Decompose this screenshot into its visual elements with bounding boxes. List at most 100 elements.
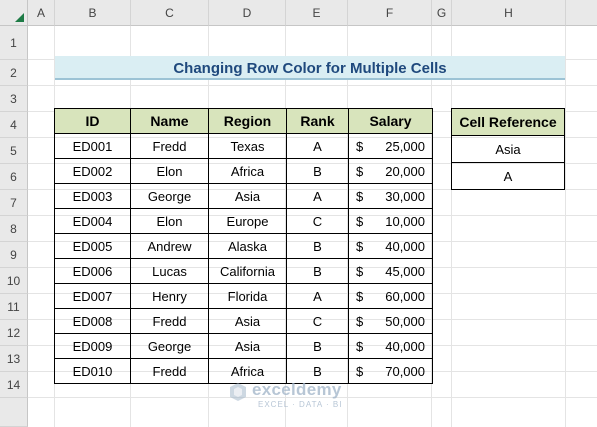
column-header-d[interactable]: D — [209, 0, 286, 26]
row-header-5[interactable]: 5 — [0, 138, 28, 164]
row-header-11[interactable]: 11 — [0, 294, 28, 320]
header-id[interactable]: ID — [54, 108, 131, 134]
cell-region[interactable]: Texas — [208, 133, 287, 159]
cell-name[interactable]: Fredd — [130, 308, 209, 334]
row-header-14[interactable]: 14 — [0, 372, 28, 398]
cell-salary[interactable]: $10,000 — [348, 208, 433, 234]
currency-symbol: $ — [356, 139, 364, 154]
cell-rank[interactable]: B — [286, 333, 349, 359]
row-header-8[interactable]: 8 — [0, 216, 28, 242]
cell-rank[interactable]: B — [286, 233, 349, 259]
salary-amount: 30,000 — [385, 189, 425, 204]
cell-salary[interactable]: $70,000 — [348, 358, 433, 384]
cell-reference-header[interactable]: Cell Reference — [451, 108, 565, 136]
cell-salary[interactable]: $60,000 — [348, 283, 433, 309]
cell-salary[interactable]: $20,000 — [348, 158, 433, 184]
exceldemy-logo-icon — [230, 383, 246, 401]
cell-rank[interactable]: A — [286, 133, 349, 159]
gridline — [565, 26, 566, 427]
column-header-h[interactable]: H — [452, 0, 566, 26]
salary-amount: 50,000 — [385, 314, 425, 329]
column-header-blank[interactable] — [566, 0, 597, 26]
salary-amount: 10,000 — [385, 214, 425, 229]
row-header-13[interactable]: 13 — [0, 346, 28, 372]
row-header-12[interactable]: 12 — [0, 320, 28, 346]
cell-region[interactable]: Africa — [208, 158, 287, 184]
cell-name[interactable]: Andrew — [130, 233, 209, 259]
cell-name[interactable]: Fredd — [130, 358, 209, 384]
gridline — [28, 85, 597, 86]
cell-name[interactable]: Elon — [130, 208, 209, 234]
column-header-a[interactable]: A — [28, 0, 55, 26]
table-row: ED006 Lucas California B $45,000 — [54, 258, 433, 284]
reference-rank-cell[interactable]: A — [451, 162, 565, 190]
cell-region[interactable]: Florida — [208, 283, 287, 309]
cell-id[interactable]: ED002 — [54, 158, 131, 184]
column-header-e[interactable]: E — [286, 0, 348, 26]
cell-rank[interactable]: C — [286, 308, 349, 334]
cell-rank[interactable]: A — [286, 183, 349, 209]
column-header-g[interactable]: G — [432, 0, 452, 26]
watermark-tagline: EXCEL · DATA · BI — [258, 400, 343, 409]
cell-region[interactable]: Asia — [208, 308, 287, 334]
cell-salary[interactable]: $25,000 — [348, 133, 433, 159]
cell-region[interactable]: California — [208, 258, 287, 284]
column-header-b[interactable]: B — [55, 0, 131, 26]
cell-rank[interactable]: C — [286, 208, 349, 234]
table-row: ED003 George Asia A $30,000 — [54, 183, 433, 209]
cell-id[interactable]: ED008 — [54, 308, 131, 334]
row-header-2[interactable]: 2 — [0, 60, 28, 86]
cell-id[interactable]: ED009 — [54, 333, 131, 359]
cell-id[interactable]: ED003 — [54, 183, 131, 209]
header-rank[interactable]: Rank — [286, 108, 349, 134]
row-header-7[interactable]: 7 — [0, 190, 28, 216]
salary-amount: 40,000 — [385, 239, 425, 254]
row-header-3[interactable]: 3 — [0, 86, 28, 112]
cell-name[interactable]: Elon — [130, 158, 209, 184]
cell-salary[interactable]: $45,000 — [348, 258, 433, 284]
cell-id[interactable]: ED007 — [54, 283, 131, 309]
cell-region[interactable]: Alaska — [208, 233, 287, 259]
cell-id[interactable]: ED010 — [54, 358, 131, 384]
employee-table: ID Name Region Rank Salary ED001 Fredd T… — [54, 108, 433, 384]
header-name[interactable]: Name — [130, 108, 209, 134]
row-header-10[interactable]: 10 — [0, 268, 28, 294]
row-header-6[interactable]: 6 — [0, 164, 28, 190]
currency-symbol: $ — [356, 339, 364, 354]
row-header-4[interactable]: 4 — [0, 112, 28, 138]
currency-symbol: $ — [356, 314, 364, 329]
cell-salary[interactable]: $30,000 — [348, 183, 433, 209]
cell-id[interactable]: ED005 — [54, 233, 131, 259]
cell-id[interactable]: ED006 — [54, 258, 131, 284]
cell-id[interactable]: ED004 — [54, 208, 131, 234]
cell-salary[interactable]: $40,000 — [348, 333, 433, 359]
column-header-f[interactable]: F — [348, 0, 432, 26]
cell-name[interactable]: Lucas — [130, 258, 209, 284]
cell-rank[interactable]: B — [286, 158, 349, 184]
cell-id[interactable]: ED001 — [54, 133, 131, 159]
header-region[interactable]: Region — [208, 108, 287, 134]
table-row: ED004 Elon Europe C $10,000 — [54, 208, 433, 234]
table-row: ED005 Andrew Alaska B $40,000 — [54, 233, 433, 259]
cell-region[interactable]: Europe — [208, 208, 287, 234]
header-salary[interactable]: Salary — [348, 108, 433, 134]
cell-rank[interactable]: B — [286, 258, 349, 284]
cell-name[interactable]: Henry — [130, 283, 209, 309]
reference-region-cell[interactable]: Asia — [451, 135, 565, 163]
row-header-9[interactable]: 9 — [0, 242, 28, 268]
cell-name[interactable]: George — [130, 183, 209, 209]
sheet-title[interactable]: Changing Row Color for Multiple Cells — [55, 56, 565, 80]
select-all-button[interactable] — [0, 0, 28, 26]
cell-salary[interactable]: $40,000 — [348, 233, 433, 259]
cell-salary[interactable]: $50,000 — [348, 308, 433, 334]
cell-name[interactable]: Fredd — [130, 133, 209, 159]
row-header-1[interactable]: 1 — [0, 26, 28, 60]
table-row: ED001 Fredd Texas A $25,000 — [54, 133, 433, 159]
cell-rank[interactable]: A — [286, 283, 349, 309]
column-header-c[interactable]: C — [131, 0, 209, 26]
row-header-15[interactable] — [0, 398, 28, 427]
cell-region[interactable]: Asia — [208, 333, 287, 359]
cell-reference-table: Cell Reference Asia A — [451, 108, 565, 190]
cell-name[interactable]: George — [130, 333, 209, 359]
cell-region[interactable]: Asia — [208, 183, 287, 209]
